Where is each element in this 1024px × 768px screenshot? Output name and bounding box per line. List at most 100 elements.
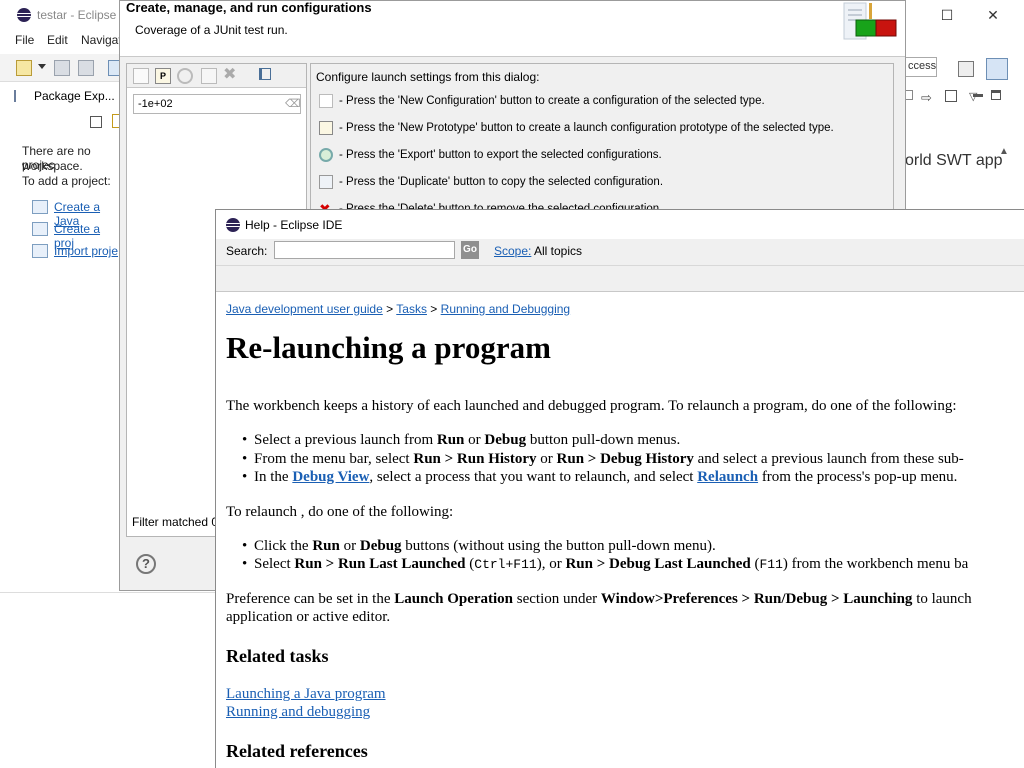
list-item: From the menu bar, select Run > Run Hist… bbox=[242, 450, 964, 468]
clear-filter-icon[interactable]: ⌫ bbox=[285, 97, 301, 113]
package-explorer-icon bbox=[14, 90, 24, 102]
dialog-header: Create, manage, and run configurations C… bbox=[120, 0, 905, 57]
instruction-text: - Press the 'Duplicate' button to copy t… bbox=[339, 176, 664, 189]
delete-icon[interactable]: ✖ bbox=[223, 67, 239, 83]
help-content: Java development user guide > Tasks > Ru… bbox=[226, 292, 1024, 768]
text: Preference can be set in the bbox=[226, 591, 395, 607]
import-icon bbox=[32, 244, 48, 258]
breadcrumb-running-debugging[interactable]: Running and Debugging bbox=[441, 302, 570, 316]
instruction-duplicate: - Press the 'Duplicate' button to copy t… bbox=[319, 175, 663, 193]
text: Debug bbox=[359, 538, 402, 554]
list-item: Select a previous launch from Run or Deb… bbox=[242, 431, 681, 449]
collapse-all-config-icon[interactable] bbox=[259, 68, 271, 80]
relaunch-link[interactable]: Relaunch bbox=[697, 469, 758, 485]
instruction-new-configuration: - Press the 'New Configuration' button t… bbox=[319, 94, 765, 112]
breadcrumb-java-guide[interactable]: Java development user guide bbox=[226, 302, 383, 316]
forward-icon[interactable]: ⇨ bbox=[921, 90, 937, 106]
bottom-panel bbox=[0, 592, 216, 768]
run-configurations-banner-icon bbox=[843, 2, 897, 40]
text: and select a previous launch from these … bbox=[693, 451, 964, 467]
list-item: In the Debug View, select a process that… bbox=[242, 468, 958, 486]
instruction-text: - Press the 'Export' button to export th… bbox=[339, 149, 662, 162]
text: button pull-down menus. bbox=[526, 432, 681, 448]
help-button[interactable]: ? bbox=[136, 554, 156, 574]
scope-link[interactable]: Scope: bbox=[494, 244, 531, 258]
menu-file[interactable]: File bbox=[15, 33, 34, 47]
new-prototype-icon[interactable]: P bbox=[155, 68, 171, 84]
help-window: Help - Eclipse IDE Search: Go Scope: All… bbox=[215, 209, 1024, 768]
import-project-link[interactable]: Import proje bbox=[54, 244, 118, 258]
text: or bbox=[339, 538, 360, 554]
list-item: Click the Run or Debug buttons (without … bbox=[242, 537, 716, 555]
launching-java-program-link[interactable]: Launching a Java program bbox=[226, 686, 386, 703]
help-title-bar: Help - Eclipse IDE bbox=[216, 210, 1024, 239]
duplicate-icon[interactable] bbox=[201, 68, 217, 84]
text: or bbox=[464, 432, 485, 448]
menu-navigate[interactable]: Navigat bbox=[81, 33, 122, 47]
text: Run > Debug History bbox=[556, 451, 694, 467]
help-search-bar: Search: Go Scope: All topics bbox=[216, 239, 1024, 265]
debug-view-link[interactable]: Debug View bbox=[292, 469, 369, 485]
go-button[interactable]: Go bbox=[461, 241, 479, 259]
save-icon[interactable] bbox=[54, 60, 70, 76]
configure-intro: Configure launch settings from this dial… bbox=[316, 70, 540, 84]
running-debugging-link[interactable]: Running and debugging bbox=[226, 704, 370, 721]
breadcrumb-tasks[interactable]: Tasks bbox=[396, 302, 427, 316]
text: Run > Run Last Launched bbox=[294, 556, 466, 572]
editor-title-text: orld SWT app bbox=[905, 152, 1003, 169]
text: Window>Preferences > Run/Debug > Launchi… bbox=[600, 591, 913, 607]
text: from the workbench menu ba bbox=[787, 556, 969, 572]
filter-input[interactable]: -1e+02 bbox=[133, 94, 301, 114]
scroll-up-icon[interactable]: ▲ bbox=[999, 146, 1015, 162]
collapse-all-icon[interactable] bbox=[90, 116, 102, 128]
text: From the menu bar, select bbox=[254, 451, 414, 467]
view-menu-icon[interactable]: ▽ bbox=[969, 90, 985, 106]
menu-edit[interactable]: Edit bbox=[47, 33, 68, 47]
text: Launch Operation bbox=[394, 591, 514, 607]
new-prototype-icon bbox=[319, 121, 333, 135]
new-dropdown-icon[interactable] bbox=[38, 64, 46, 69]
minimize-view-icon[interactable] bbox=[973, 94, 983, 97]
text: , or bbox=[541, 556, 566, 572]
help-window-title: Help - Eclipse IDE bbox=[245, 218, 343, 232]
text: Select a previous launch from bbox=[254, 432, 437, 448]
eclipse-window-title: testar - Eclipse I bbox=[37, 8, 124, 22]
intro-paragraph: The workbench keeps a history of each la… bbox=[226, 398, 957, 414]
text: Debug bbox=[484, 432, 527, 448]
java-perspective-icon[interactable] bbox=[986, 58, 1008, 80]
new-configuration-icon[interactable] bbox=[133, 68, 149, 84]
breadcrumb: Java development user guide > Tasks > Ru… bbox=[226, 302, 570, 316]
related-tasks-heading: Related tasks bbox=[226, 646, 329, 666]
export-icon bbox=[319, 148, 333, 162]
text: from the process's pop-up menu. bbox=[758, 469, 958, 485]
text: buttons (without using the button pull-d… bbox=[401, 538, 716, 554]
search-input[interactable] bbox=[274, 241, 455, 259]
project-icon bbox=[32, 222, 48, 236]
dialog-title: Create, manage, and run configurations bbox=[126, 0, 372, 15]
package-explorer-tab[interactable]: Package Exp... bbox=[34, 89, 115, 103]
maximize-icon[interactable]: ☐ bbox=[937, 6, 957, 24]
filter-status: Filter matched 0 bbox=[132, 515, 219, 529]
preference-paragraph: Preference can be set in the Launch Oper… bbox=[226, 590, 972, 608]
open-perspective-icon[interactable] bbox=[958, 61, 974, 77]
close-icon[interactable]: ✕ bbox=[983, 6, 1003, 24]
instruction-text: - Press the 'New Configuration' button t… bbox=[339, 95, 765, 108]
quick-access-field[interactable]: ccess bbox=[905, 57, 937, 77]
list-item: Select Run > Run Last Launched (Ctrl+F11… bbox=[242, 555, 969, 574]
text: Select bbox=[254, 556, 295, 572]
text: Run bbox=[436, 432, 465, 448]
text: , select a process that you want to rela… bbox=[369, 469, 698, 485]
text: or bbox=[536, 451, 557, 467]
related-references-heading: Related references bbox=[226, 741, 368, 761]
export-icon[interactable] bbox=[177, 68, 193, 84]
maximize-view-icon[interactable] bbox=[991, 90, 1001, 100]
new-icon[interactable] bbox=[16, 60, 32, 76]
save-all-icon[interactable] bbox=[78, 60, 94, 76]
configuration-details-panel: Configure launch settings from this dial… bbox=[310, 63, 894, 213]
outline-icon[interactable] bbox=[945, 90, 957, 102]
relaunch-intro: To relaunch , do one of the following: bbox=[226, 504, 454, 520]
dialog-subtitle: Coverage of a JUnit test run. bbox=[135, 23, 288, 37]
instruction-text: - Press the 'New Prototype' button to cr… bbox=[339, 122, 834, 135]
text: Click the bbox=[254, 538, 313, 554]
configuration-toolbar: P ✖ bbox=[127, 64, 306, 88]
